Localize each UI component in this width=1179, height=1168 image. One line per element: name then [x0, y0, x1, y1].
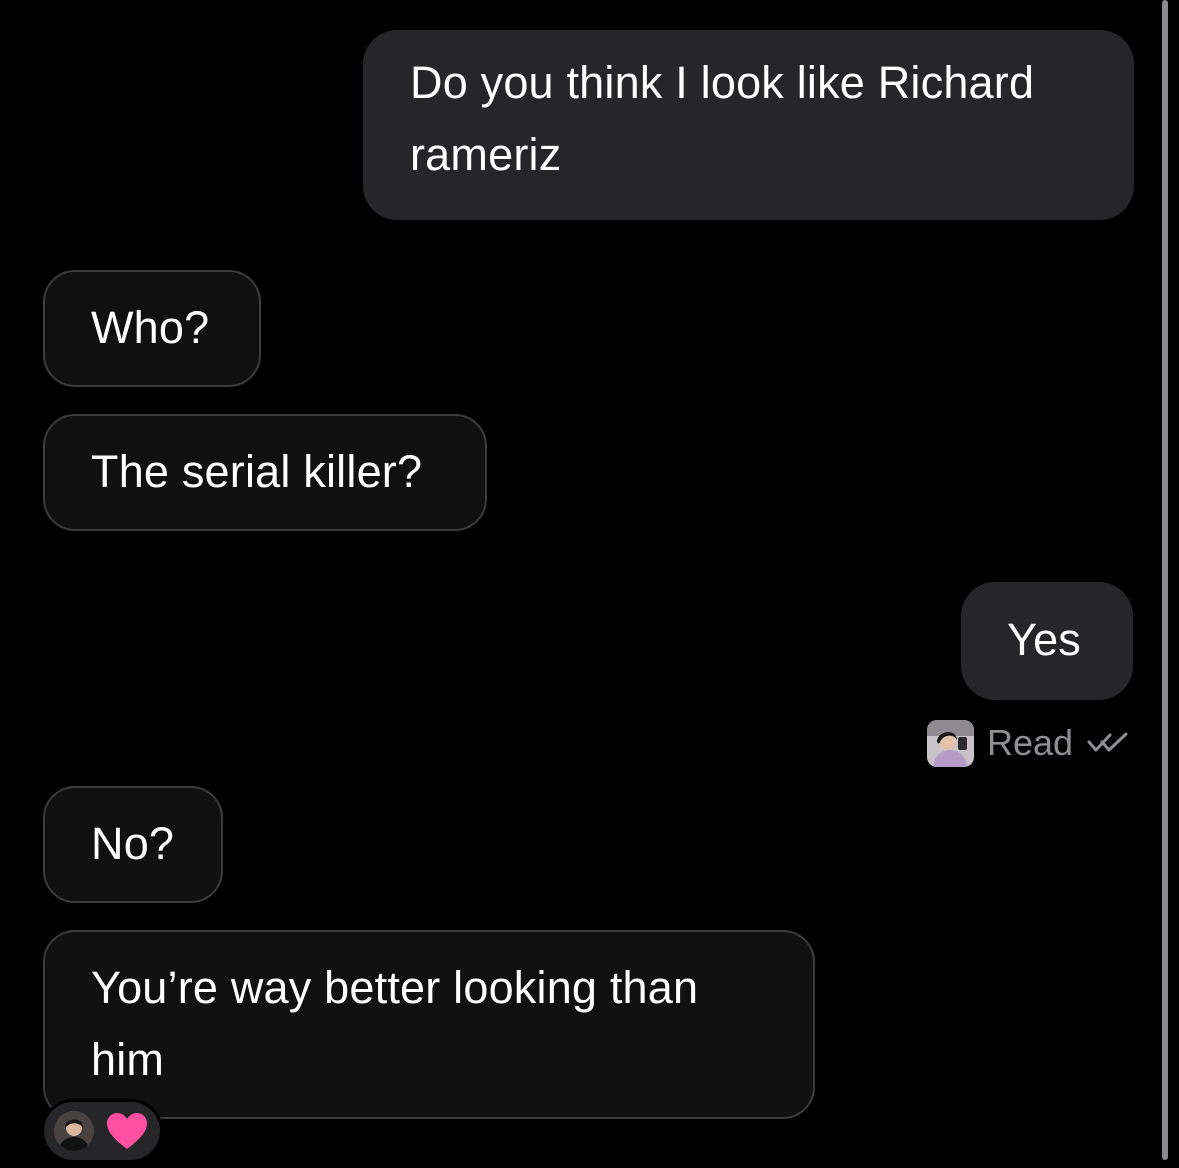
message-text: Do you think I look like Richard rameriz: [410, 57, 1035, 180]
message-text: Yes: [1007, 614, 1082, 665]
reactor-avatar: [54, 1111, 94, 1151]
double-check-icon: [1087, 732, 1128, 752]
reader-avatar[interactable]: [927, 719, 974, 767]
outgoing-message-bubble[interactable]: Yes: [961, 582, 1133, 700]
reaction-pill[interactable]: [41, 1099, 163, 1163]
message-text: Who?: [91, 302, 210, 353]
incoming-message-bubble[interactable]: The serial killer?: [43, 414, 487, 531]
message-text: You’re way better looking than him: [91, 962, 699, 1085]
incoming-message-bubble[interactable]: No?: [43, 786, 223, 903]
message-text: The serial killer?: [91, 446, 423, 497]
message-text: No?: [91, 818, 175, 869]
read-receipt: Read: [927, 719, 1129, 767]
incoming-message-bubble[interactable]: Who?: [43, 270, 261, 387]
scrollbar[interactable]: [1162, 0, 1168, 1160]
heart-icon: [107, 1113, 147, 1149]
read-status-label: Read: [987, 722, 1074, 763]
outgoing-message-bubble[interactable]: Do you think I look like Richard rameriz: [363, 30, 1134, 220]
incoming-message-bubble[interactable]: You’re way better looking than him: [43, 930, 815, 1119]
